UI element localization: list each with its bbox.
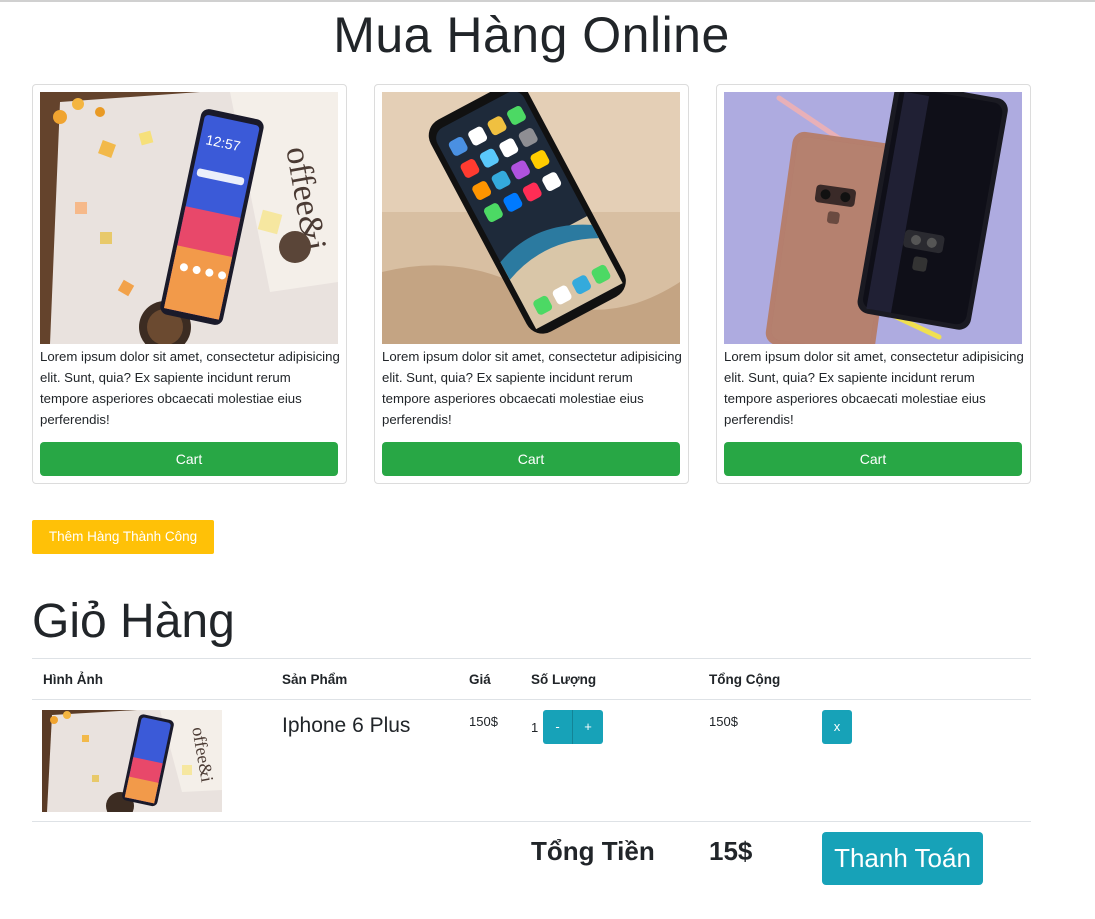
column-header-total: Tổng Cộng xyxy=(709,672,781,687)
table-divider xyxy=(32,658,1031,659)
decrease-quantity-button[interactable]: - xyxy=(543,710,573,744)
cart-button[interactable]: Cart xyxy=(382,442,680,476)
grand-total-label: Tổng Tiền xyxy=(531,836,655,866)
cart-product-image: offee&i xyxy=(42,710,222,812)
product-description: Lorem ipsum dolor sit amet, consectetur … xyxy=(382,349,682,427)
column-header-product: Sản Phẩm xyxy=(282,672,348,687)
product-image: offee&i 12:57 xyxy=(40,92,338,344)
page-title: Mua Hàng Online xyxy=(333,7,730,63)
table-divider xyxy=(32,699,1031,700)
top-border xyxy=(0,0,1095,2)
product-image xyxy=(724,92,1022,344)
product-card: Lorem ipsum dolor sit amet, consectetur … xyxy=(716,84,1031,484)
column-header-image: Hình Ảnh xyxy=(43,672,103,687)
cart-button[interactable]: Cart xyxy=(40,442,338,476)
column-header-quantity: Số Lượng xyxy=(531,672,597,687)
cart-title: Giỏ Hàng xyxy=(32,595,235,648)
checkout-button[interactable]: Thanh Toán xyxy=(822,832,983,885)
product-card: offee&i 12:57 Lorem ipsum dolor sit amet… xyxy=(32,84,347,484)
cart-line-total: 150$ xyxy=(709,714,738,729)
cart-quantity-value: 1 xyxy=(531,720,539,735)
increase-quantity-button[interactable]: + xyxy=(573,710,603,744)
cart-product-price: 150$ xyxy=(469,714,498,729)
column-header-price: Giá xyxy=(469,672,491,687)
cart-product-name: Iphone 6 Plus xyxy=(282,714,411,737)
grand-total-value: 15$ xyxy=(709,836,753,866)
product-description: Lorem ipsum dolor sit amet, consectetur … xyxy=(724,349,1024,427)
remove-item-button[interactable]: x xyxy=(822,710,852,744)
product-description: Lorem ipsum dolor sit amet, consectetur … xyxy=(40,349,340,427)
product-image xyxy=(382,92,680,344)
cart-button[interactable]: Cart xyxy=(724,442,1022,476)
added-success-alert[interactable]: Thêm Hàng Thành Công xyxy=(32,520,214,554)
table-divider xyxy=(32,821,1031,822)
product-card: Lorem ipsum dolor sit amet, consectetur … xyxy=(374,84,689,484)
